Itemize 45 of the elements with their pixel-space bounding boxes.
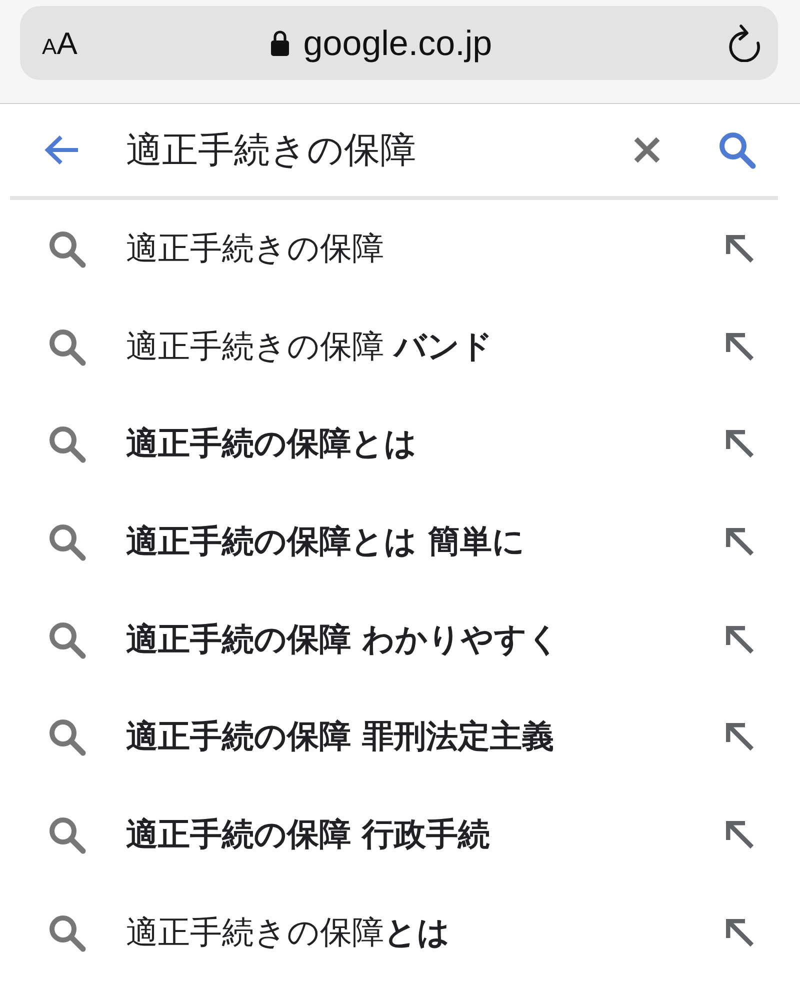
arrow-up-left-icon [726, 430, 754, 458]
search-button[interactable] [718, 131, 756, 169]
back-arrow-icon [44, 134, 80, 166]
suggestion-text[interactable]: 適正手続きの保障 [126, 226, 726, 271]
arrow-up-left-icon [726, 528, 754, 556]
fill-query-button[interactable] [726, 626, 754, 654]
suggestion-text[interactable]: 適正手続の保障 罪刑法定主義 [126, 715, 726, 760]
url-text: google.co.jp [303, 26, 492, 60]
search-icon [48, 620, 86, 659]
search-icon [48, 425, 86, 464]
lock-icon [271, 30, 290, 56]
arrow-up-left-icon [726, 234, 754, 263]
fill-query-button[interactable] [726, 918, 754, 947]
suggestion-text[interactable]: 適正手続の保障 行政手続 [126, 812, 726, 857]
address-bar[interactable]: AA google.co.jp [20, 6, 778, 80]
search-icon [48, 816, 86, 854]
fill-query-button[interactable] [726, 234, 754, 263]
fill-query-button[interactable] [726, 332, 754, 361]
suggestion-text[interactable]: 適正手続の保障 わかりやすく [126, 618, 726, 662]
clear-button[interactable] [634, 137, 660, 163]
search-icon [48, 328, 86, 366]
arrow-up-left-icon [726, 918, 754, 947]
back-button[interactable] [44, 134, 80, 166]
reload-icon [726, 24, 762, 62]
suggestion-text[interactable]: 適正手続きの保障 バンド [126, 324, 726, 369]
reload-button[interactable] [726, 24, 762, 62]
search-icon [48, 914, 86, 952]
fill-query-button[interactable] [726, 820, 754, 849]
suggestion-text[interactable]: 適正手続きの保障とは [126, 910, 726, 955]
search-icon [48, 718, 86, 756]
arrow-up-left-icon [726, 723, 754, 752]
suggestion-text[interactable]: 適正手続の保障とは [126, 422, 726, 466]
fill-query-button[interactable] [726, 723, 754, 752]
search-input[interactable]: 適正手続きの保障 [126, 120, 634, 180]
suggestion-text[interactable]: 適正手続の保障とは 簡単に [126, 520, 726, 564]
fill-query-button[interactable] [726, 430, 754, 458]
search-icon [718, 131, 756, 169]
arrow-up-left-icon [726, 820, 754, 849]
search-icon [48, 230, 86, 268]
fill-query-button[interactable] [726, 528, 754, 556]
arrow-up-left-icon [726, 332, 754, 361]
text-size-button[interactable]: AA [42, 28, 78, 58]
search-icon [48, 522, 86, 561]
close-icon [634, 137, 660, 163]
arrow-up-left-icon [726, 626, 754, 654]
